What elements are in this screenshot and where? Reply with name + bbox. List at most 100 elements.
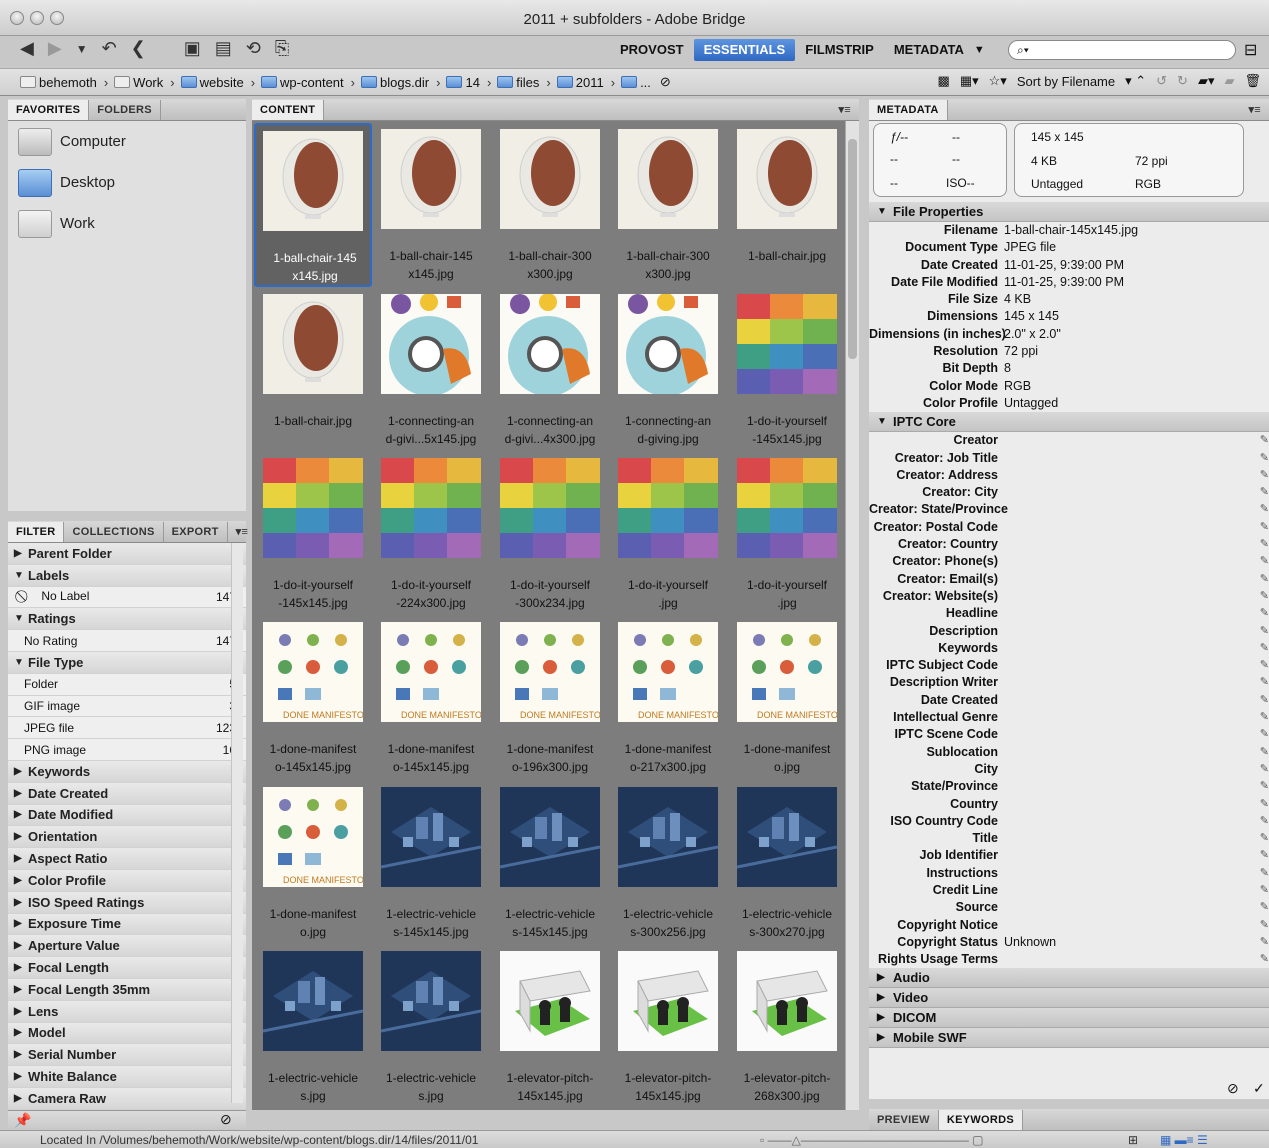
metadata-row[interactable]: Date File Modified 11-01-25, 9:39:00 PM [869,274,1269,291]
thumbnail-quality-icon[interactable]: ▩ [938,73,950,89]
triangle-down-icon[interactable]: ▼ [877,416,893,427]
triangle-down-icon[interactable]: ▼ [877,206,893,217]
recent-icon[interactable]: ↶ [102,38,117,60]
metadata-value[interactable] [1004,865,1255,882]
metadata-row[interactable]: Description Writer ✎ [869,674,1269,691]
triangle-right-icon[interactable]: ▶ [14,1006,28,1017]
metadata-row[interactable]: Color Mode RGB [869,378,1269,395]
pencil-icon[interactable]: ✎ [1255,709,1269,726]
metadata-row[interactable]: Document Type JPEG file [869,239,1269,256]
breadcrumb-item[interactable]: website [180,75,244,90]
thumbnail-item[interactable]: 1-ball-chair.jpg [254,288,372,452]
filter-section-file-type[interactable]: ▼ File Type [8,651,246,674]
metadata-value[interactable] [1004,917,1255,934]
favorite-computer[interactable]: Computer [8,121,246,162]
triangle-right-icon[interactable]: ▶ [877,1012,893,1023]
metadata-value[interactable] [1004,692,1255,709]
metadata-value[interactable] [1004,501,1255,518]
forward-arrow-icon[interactable]: ▶ [48,38,62,60]
tab-metadata[interactable]: METADATA [869,100,948,120]
metadata-row[interactable]: Rights Usage Terms ✎ [869,951,1269,968]
thumbnail-item[interactable]: 1-ball-chair-300 x300.jpg [609,123,727,287]
pencil-icon[interactable]: ✎ [1255,847,1269,864]
metadata-row[interactable]: Source ✎ [869,899,1269,916]
metadata-value[interactable] [1004,484,1255,501]
refine-icon[interactable]: ▤ [215,38,232,60]
metadata-value[interactable] [1004,830,1255,847]
filter-section-parent-folder[interactable]: ▶ Parent Folder [8,543,246,565]
pencil-icon[interactable]: ✎ [1255,692,1269,709]
save-icon[interactable]: ⊟ [1244,40,1257,60]
chevron-down-icon[interactable]: ▼ [76,38,88,60]
triangle-right-icon[interactable]: ▶ [14,918,28,929]
content-scrollbar[interactable] [845,121,859,1110]
panel-menu-icon[interactable]: ▾≡ [1240,100,1269,120]
metadata-value[interactable]: Untagged [1004,395,1269,412]
metadata-row[interactable]: Creator: State/Province ✎ [869,501,1269,518]
filter-section-orientation[interactable]: ▶ Orientation [8,826,246,849]
filter-section-date-created[interactable]: ▶ Date Created [8,782,246,805]
tab-folders[interactable]: FOLDERS [89,100,161,120]
back-arrow-icon[interactable]: ◀ [20,38,34,60]
metadata-row[interactable]: Keywords ✎ [869,640,1269,657]
pencil-icon[interactable]: ✎ [1255,484,1269,501]
trash-icon[interactable]: 🗑 [1244,73,1261,89]
metadata-value[interactable] [1004,847,1255,864]
breadcrumb-item[interactable]: 14 [446,75,480,90]
thumbnail-item[interactable]: 1-electric-vehicle s-300x270.jpg [728,781,845,945]
search-input[interactable]: ⌕▾ [1008,40,1236,60]
triangle-right-icon[interactable]: ▶ [14,788,28,799]
favorite-desktop[interactable]: Desktop [8,162,246,203]
metadata-value[interactable] [1004,571,1255,588]
workspace-essentials[interactable]: ESSENTIALS [693,39,796,61]
metadata-row[interactable]: Country ✎ [869,796,1269,813]
metadata-row[interactable]: Instructions ✎ [869,865,1269,882]
triangle-right-icon[interactable]: ▶ [877,972,893,983]
open-recent-folder-icon[interactable]: ▰▾ [1198,73,1215,89]
output-icon[interactable]: ⎘ [275,38,289,60]
thumbnail-item[interactable]: DONE MANIFESTO 1-done-manifest o-145x145.… [372,616,490,780]
filter-item[interactable]: ⃠ No Label 147 [8,586,246,609]
clear-filter-icon[interactable]: ⊘ [220,1111,232,1128]
metadata-row[interactable]: Resolution 72 ppi [869,343,1269,360]
metadata-row[interactable]: Description ✎ [869,623,1269,640]
thumbnail-item[interactable]: 1-ball-chair-145 x145.jpg [372,123,490,287]
return-icon[interactable]: ❮ [131,38,146,60]
rotate-left-icon[interactable]: ↺ [1156,73,1167,89]
view-grid-icon[interactable]: ⊞ [1128,1131,1138,1148]
thumbnail-item[interactable]: DONE MANIFESTO 1-done-manifest o-145x145.… [254,616,372,780]
thumbnail-item[interactable]: 1-elevator-pitch- 145x145.jpg [609,945,727,1109]
metadata-row[interactable]: State/Province ✎ [869,778,1269,795]
section-collapsed[interactable]: ▶ Audio [869,968,1269,989]
pencil-icon[interactable]: ✎ [1255,536,1269,553]
pencil-icon[interactable]: ✎ [1255,899,1269,916]
breadcrumb-item[interactable]: files [497,75,539,90]
pencil-icon[interactable]: ✎ [1255,467,1269,484]
filter-item[interactable]: JPEG file 123 [8,717,246,740]
thumbnail-item[interactable]: 1-elevator-pitch- 145x145.jpg [491,945,609,1109]
workspace-menu-chevron-icon[interactable]: ▼ [974,44,985,56]
filter-section-iso-speed-ratings[interactable]: ▶ ISO Speed Ratings [8,891,246,914]
thumbnail-item[interactable]: 1-electric-vehicle s-300x256.jpg [609,781,727,945]
metadata-value[interactable] [1004,467,1255,484]
metadata-row[interactable]: Job Identifier ✎ [869,847,1269,864]
metadata-value[interactable]: Unknown [1004,934,1255,951]
thumbnail-item[interactable]: 1-electric-vehicle s-145x145.jpg [372,781,490,945]
metadata-value[interactable] [1004,605,1255,622]
section-collapsed[interactable]: ▶ Mobile SWF [869,1028,1269,1049]
filter-scrollbar[interactable] [231,543,243,1103]
pencil-icon[interactable]: ✎ [1255,813,1269,830]
thumbnail-item[interactable]: DONE MANIFESTO 1-done-manifest o.jpg [254,781,372,945]
triangle-right-icon[interactable]: ▶ [877,992,893,1003]
no-entry-icon[interactable]: ⊘ [660,74,671,90]
view-thumbnails-icon[interactable]: ▦ ▬≡ ☰ [1160,1131,1208,1148]
breadcrumb-item[interactable]: ... [621,75,651,90]
triangle-right-icon[interactable]: ▶ [14,875,28,886]
metadata-row[interactable]: Date Created 11-01-25, 9:39:00 PM [869,257,1269,274]
triangle-right-icon[interactable]: ▶ [14,897,28,908]
metadata-value[interactable] [1004,674,1255,691]
filter-item[interactable]: PNG image 16 [8,739,246,761]
rotate-icon[interactable]: ⟲ [246,38,261,60]
pencil-icon[interactable]: ✎ [1255,553,1269,570]
filter-section-white-balance[interactable]: ▶ White Balance [8,1066,246,1088]
